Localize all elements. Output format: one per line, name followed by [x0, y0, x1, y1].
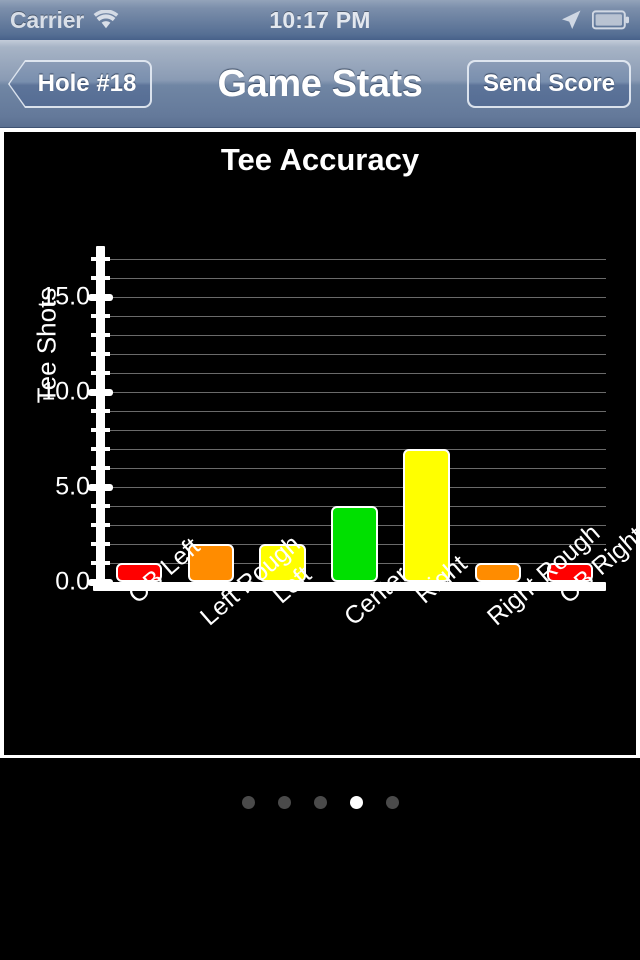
carrier-label: Carrier	[10, 6, 85, 33]
chart-canvas: Tee Accuracy 0.0 5.0 10.0 15.0 Tee Shots OB…	[4, 132, 636, 755]
gridline	[103, 278, 606, 280]
chart-title: Tee Accuracy	[220, 142, 420, 177]
page-dot-active[interactable]	[349, 796, 363, 809]
y-axis-major-tick	[88, 388, 113, 396]
navigation-bar: Hole #18 Game Stats Send Score	[0, 40, 640, 128]
gridline	[103, 259, 606, 261]
y-axis-minor-tick	[91, 409, 110, 414]
back-button-label: Hole #18	[37, 70, 137, 97]
y-axis-minor-tick	[91, 314, 110, 319]
y-axis-minor-tick	[91, 504, 110, 509]
gridline	[103, 449, 606, 451]
y-axis-minor-tick	[91, 542, 110, 547]
gridline	[103, 411, 606, 413]
gridline	[103, 316, 606, 318]
y-axis-minor-tick	[91, 276, 110, 281]
page-dot[interactable]	[313, 796, 327, 809]
y-axis-minor-tick	[91, 371, 110, 376]
y-axis-minor-tick	[91, 466, 110, 471]
status-bar-left: Carrier	[10, 0, 119, 40]
gridline	[103, 487, 606, 489]
page-dot[interactable]	[277, 796, 291, 809]
send-score-button[interactable]: Send Score	[466, 60, 631, 108]
y-axis-minor-tick	[91, 561, 110, 566]
y-axis-minor-tick	[91, 333, 110, 338]
y-axis-title: Tee Shots	[31, 287, 62, 404]
page-control-area	[0, 758, 640, 960]
page-dot[interactable]	[385, 796, 399, 809]
y-axis-major-tick	[88, 293, 113, 301]
y-axis-major-tick	[88, 483, 113, 491]
y-axis-minor-tick	[91, 523, 110, 528]
page-control[interactable]	[0, 796, 640, 809]
chart-bar	[331, 506, 378, 582]
x-axis-labels: OB Left Left Rough Left Center Right Right Ro…	[103, 519, 636, 754]
send-score-button-label: Send Score	[482, 70, 615, 97]
gridline	[103, 335, 606, 337]
chart-bar	[475, 563, 522, 582]
wifi-icon	[93, 10, 119, 30]
y-axis-minor-tick	[91, 352, 110, 357]
gridline	[103, 392, 606, 394]
gridline	[103, 373, 606, 375]
battery-icon	[592, 10, 630, 30]
y-axis-minor-tick	[91, 428, 110, 433]
gridline	[103, 468, 606, 470]
clock-label: 10:17 PM	[269, 6, 371, 33]
status-bar-right	[560, 0, 630, 40]
plot-area	[88, 246, 606, 591]
status-bar: Carrier 10:17 PM	[0, 0, 640, 40]
chart-panel: Tee Accuracy 0.0 5.0 10.0 15.0 Tee Shots OB…	[0, 128, 640, 758]
gridline	[103, 430, 606, 432]
back-button[interactable]: Hole #18	[8, 60, 152, 108]
page-dot[interactable]	[241, 796, 255, 809]
gridline	[103, 297, 606, 299]
location-arrow-icon	[560, 9, 582, 31]
y-axis-minor-tick	[91, 447, 110, 452]
y-axis-minor-tick	[91, 257, 110, 262]
gridline	[103, 354, 606, 356]
y-axis-tick-label: 0.0	[55, 567, 90, 596]
